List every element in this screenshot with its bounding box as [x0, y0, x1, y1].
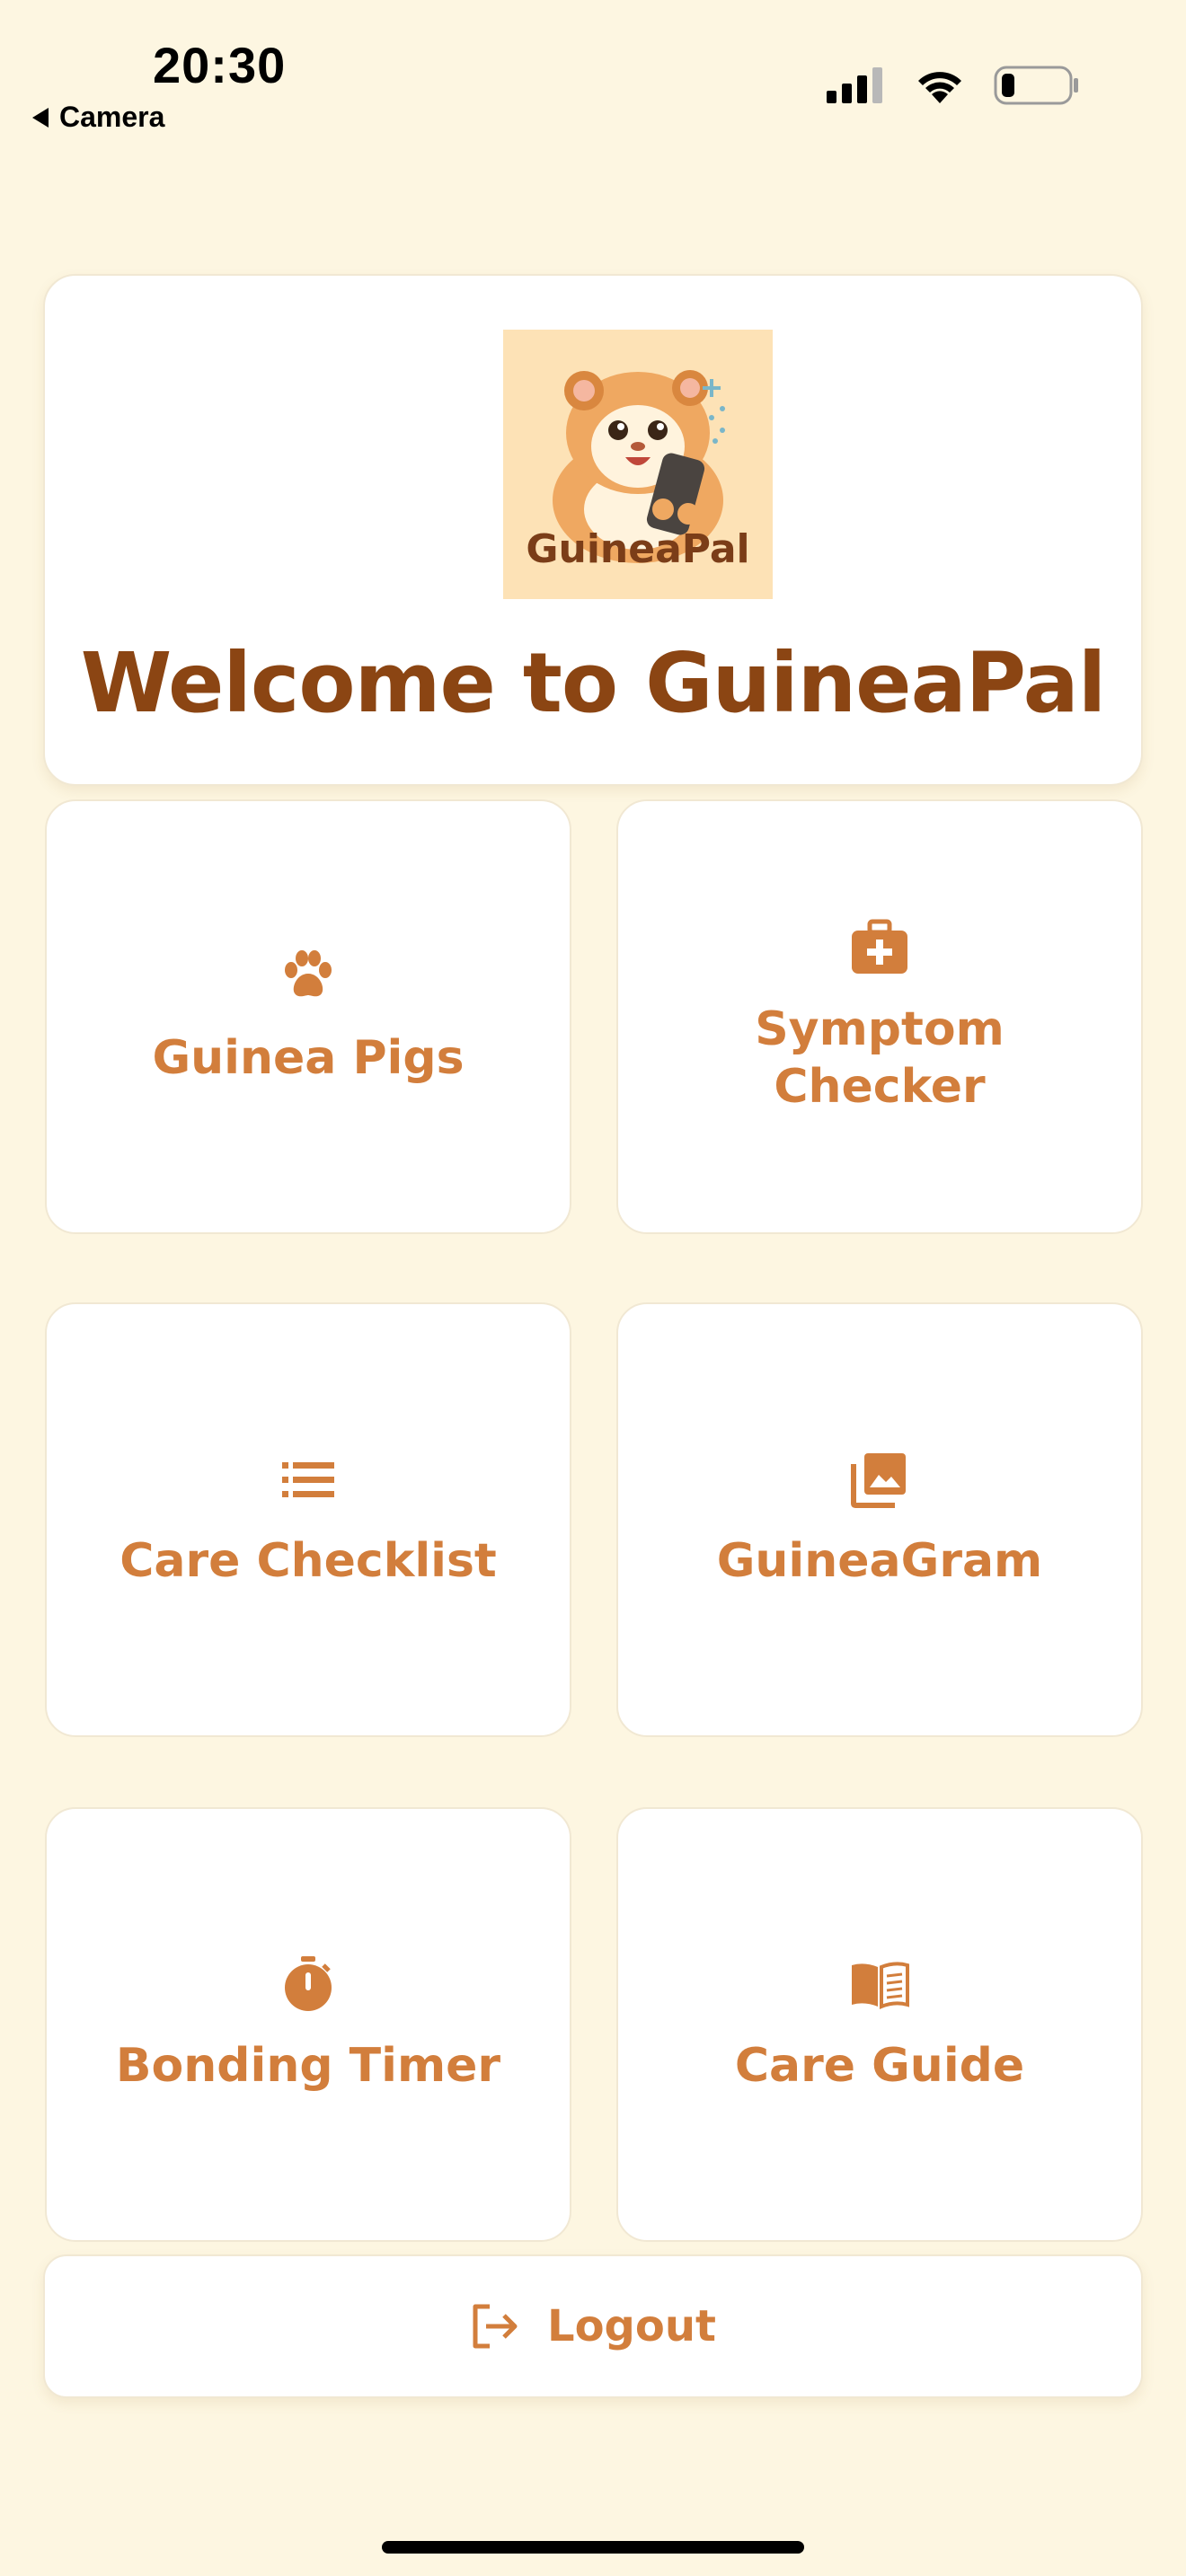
tile-symptom-checker[interactable]: Symptom Checker [616, 799, 1143, 1234]
home-indicator[interactable] [382, 2541, 804, 2554]
welcome-card: GuineaPal Welcome to GuineaPal [43, 274, 1143, 786]
logout-button[interactable]: Logout [43, 2254, 1143, 2398]
tile-label: Bonding Timer [115, 2039, 501, 2093]
page-title: Welcome to GuineaPal [80, 635, 1106, 731]
paw-icon [279, 947, 338, 1006]
status-time: 20:30 [153, 37, 287, 93]
tile-label: Guinea Pigs [152, 1031, 465, 1085]
tile-guineagram[interactable]: GuineaGram [616, 1302, 1143, 1737]
list-icon [279, 1450, 338, 1509]
tile-label: GuineaGram [716, 1534, 1043, 1588]
back-arrow-icon [32, 107, 49, 128]
book-icon [850, 1954, 909, 2014]
tile-guinea-pigs[interactable]: Guinea Pigs [45, 799, 571, 1234]
medical-kit-icon [850, 918, 909, 977]
tile-label: Symptom Checker [755, 1002, 1005, 1114]
tile-care-guide[interactable]: Care Guide [616, 1807, 1143, 2242]
stopwatch-icon [279, 1954, 338, 2014]
logout-label: Logout [546, 2301, 716, 2351]
logo-text: GuineaPal [526, 526, 750, 572]
status-icons [827, 65, 1080, 106]
cellular-signal-icon [827, 67, 882, 103]
logout-icon [473, 2304, 518, 2349]
home-screen: 20:30 Camera GuineaPal Welcome to Guinea… [0, 0, 1186, 2576]
back-to-camera-link[interactable]: Camera [32, 101, 164, 134]
tile-label: Care Guide [734, 2039, 1025, 2093]
tile-bonding-timer[interactable]: Bonding Timer [45, 1807, 571, 2242]
wifi-icon [918, 72, 961, 103]
tile-label: Care Checklist [119, 1534, 497, 1588]
back-link-label: Camera [59, 101, 165, 133]
battery-icon [994, 66, 1078, 105]
photo-library-icon [850, 1450, 909, 1509]
app-logo: GuineaPal [503, 330, 773, 599]
tile-care-checklist[interactable]: Care Checklist [45, 1302, 571, 1737]
